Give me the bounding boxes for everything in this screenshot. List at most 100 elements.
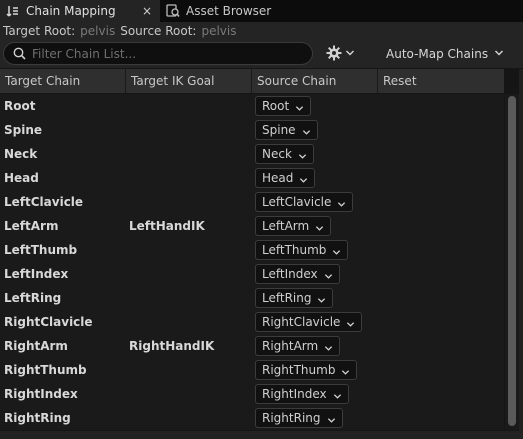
- chevron-down-icon: [345, 47, 355, 61]
- asset-browser-icon: [166, 4, 180, 18]
- target-ik-goal-cell: LeftHandIK: [129, 219, 205, 233]
- tab-label: Chain Mapping: [26, 4, 116, 18]
- chevron-down-icon: [346, 318, 355, 327]
- target-chain-cell: Neck: [4, 147, 38, 161]
- chevron-down-icon: [327, 414, 336, 423]
- target-chain-cell: RightThumb: [4, 363, 87, 377]
- target-chain-cell: RightIndex: [4, 387, 78, 401]
- chevron-down-icon: [317, 294, 326, 303]
- table-row[interactable]: Head Head: [0, 166, 504, 190]
- table-row[interactable]: LeftClavicle LeftClavicle: [0, 190, 504, 214]
- target-chain-cell: LeftRing: [4, 291, 62, 305]
- table-row[interactable]: Root Root: [0, 94, 504, 118]
- tab-asset-browser[interactable]: Asset Browser: [160, 0, 277, 22]
- source-chain-value: Neck: [262, 147, 292, 161]
- source-chain-value: LeftClavicle: [262, 195, 332, 209]
- vertical-scrollbar-thumb[interactable]: [508, 96, 516, 426]
- target-root-value: pelvis: [80, 24, 116, 38]
- column-header-target-ik-goal[interactable]: Target IK Goal: [126, 69, 252, 93]
- source-chain-dropdown[interactable]: LeftRing: [255, 288, 334, 308]
- chevron-down-icon: [332, 246, 341, 255]
- source-chain-cell: Neck: [252, 144, 378, 164]
- source-chain-value: RightIndex: [262, 387, 327, 401]
- table-row[interactable]: Spine Spine: [0, 118, 504, 142]
- source-chain-dropdown[interactable]: RightArm: [255, 336, 341, 356]
- tab-label: Asset Browser: [186, 4, 272, 18]
- auto-map-chains-button[interactable]: Auto-Map Chains: [386, 44, 504, 64]
- target-chain-cell: LeftThumb: [4, 243, 78, 257]
- table-row[interactable]: RightRing RightRing: [0, 406, 504, 430]
- chevron-down-icon: [299, 174, 308, 183]
- tab-bar: Chain Mapping × Asset Browser: [0, 0, 523, 22]
- source-chain-cell: RightArm: [252, 336, 378, 356]
- source-chain-dropdown[interactable]: Root: [255, 96, 312, 116]
- source-chain-value: Root: [262, 99, 290, 113]
- source-chain-value: RightClavicle: [262, 315, 341, 329]
- target-chain-cell: RightRing: [4, 411, 71, 425]
- source-chain-cell: LeftThumb: [252, 240, 378, 260]
- chevron-down-icon: [302, 126, 311, 135]
- chain-mapping-icon: [6, 4, 20, 18]
- source-chain-dropdown[interactable]: RightClavicle: [255, 312, 363, 332]
- table-row[interactable]: LeftRing LeftRing: [0, 286, 504, 310]
- target-ik-goal-cell: RightHandIK: [129, 339, 215, 353]
- table-header: Target Chain Target IK Goal Source Chain…: [0, 69, 504, 93]
- chevron-down-icon: [295, 102, 304, 111]
- auto-map-label: Auto-Map Chains: [386, 47, 489, 61]
- source-chain-dropdown[interactable]: RightIndex: [255, 384, 349, 404]
- table-row[interactable]: RightArm RightHandIK RightArm: [0, 334, 504, 358]
- source-chain-dropdown[interactable]: Spine: [255, 120, 318, 140]
- source-chain-cell: LeftArm: [252, 216, 378, 236]
- source-chain-value: Spine: [262, 123, 296, 137]
- chevron-down-icon: [298, 150, 307, 159]
- search-box[interactable]: [3, 42, 313, 65]
- source-chain-value: RightArm: [262, 339, 319, 353]
- source-chain-cell: LeftRing: [252, 288, 378, 308]
- search-icon: [13, 47, 26, 60]
- settings-button[interactable]: [326, 44, 360, 64]
- source-chain-dropdown[interactable]: Head: [255, 168, 316, 188]
- table-row[interactable]: Neck Neck: [0, 142, 504, 166]
- horizontal-scrollbar[interactable]: [0, 431, 523, 439]
- target-chain-cell: LeftIndex: [4, 267, 69, 281]
- source-chain-dropdown[interactable]: LeftThumb: [255, 240, 349, 260]
- source-chain-dropdown[interactable]: LeftArm: [255, 216, 332, 236]
- close-tab-button[interactable]: ×: [140, 4, 154, 18]
- source-chain-value: LeftThumb: [262, 243, 327, 257]
- chevron-down-icon: [337, 198, 346, 207]
- search-input[interactable]: [32, 46, 302, 61]
- column-header-source-chain[interactable]: Source Chain: [252, 69, 378, 93]
- source-chain-dropdown[interactable]: LeftIndex: [255, 264, 340, 284]
- target-chain-cell: Root: [4, 99, 36, 113]
- target-chain-cell: LeftClavicle: [4, 195, 84, 209]
- target-chain-cell: RightClavicle: [4, 315, 93, 329]
- target-chain-cell: Head: [4, 171, 39, 185]
- source-chain-dropdown[interactable]: LeftClavicle: [255, 192, 354, 212]
- chevron-down-icon: [324, 270, 333, 279]
- source-chain-value: LeftArm: [262, 219, 310, 233]
- column-header-target-chain[interactable]: Target Chain: [0, 69, 126, 93]
- table-row[interactable]: RightThumb RightThumb: [0, 358, 504, 382]
- table-row[interactable]: RightIndex RightIndex: [0, 382, 504, 406]
- source-chain-dropdown[interactable]: RightRing: [255, 408, 343, 428]
- tab-chain-mapping[interactable]: Chain Mapping ×: [0, 0, 160, 22]
- source-chain-cell: RightIndex: [252, 384, 378, 404]
- source-root-value: pelvis: [201, 24, 237, 38]
- source-chain-dropdown[interactable]: RightThumb: [255, 360, 358, 380]
- column-header-reset[interactable]: Reset: [378, 69, 504, 93]
- table-row[interactable]: LeftArm LeftHandIK LeftArm: [0, 214, 504, 238]
- source-chain-dropdown[interactable]: Neck: [255, 144, 314, 164]
- target-chain-cell: Spine: [4, 123, 43, 137]
- chevron-down-icon: [494, 47, 504, 61]
- panel-edge: [519, 69, 523, 431]
- table-row[interactable]: LeftThumb LeftThumb: [0, 238, 504, 262]
- source-chain-cell: RightThumb: [252, 360, 378, 380]
- source-chain-value: LeftRing: [262, 291, 312, 305]
- gear-icon: [326, 45, 342, 64]
- source-chain-cell: RightRing: [252, 408, 378, 428]
- source-chain-cell: Root: [252, 96, 378, 116]
- source-root-label: Source Root:: [120, 24, 197, 38]
- table-row[interactable]: LeftIndex LeftIndex: [0, 262, 504, 286]
- roots-bar: Target Root: pelvis Source Root: pelvis: [0, 22, 523, 40]
- table-row[interactable]: RightClavicle RightClavicle: [0, 310, 504, 334]
